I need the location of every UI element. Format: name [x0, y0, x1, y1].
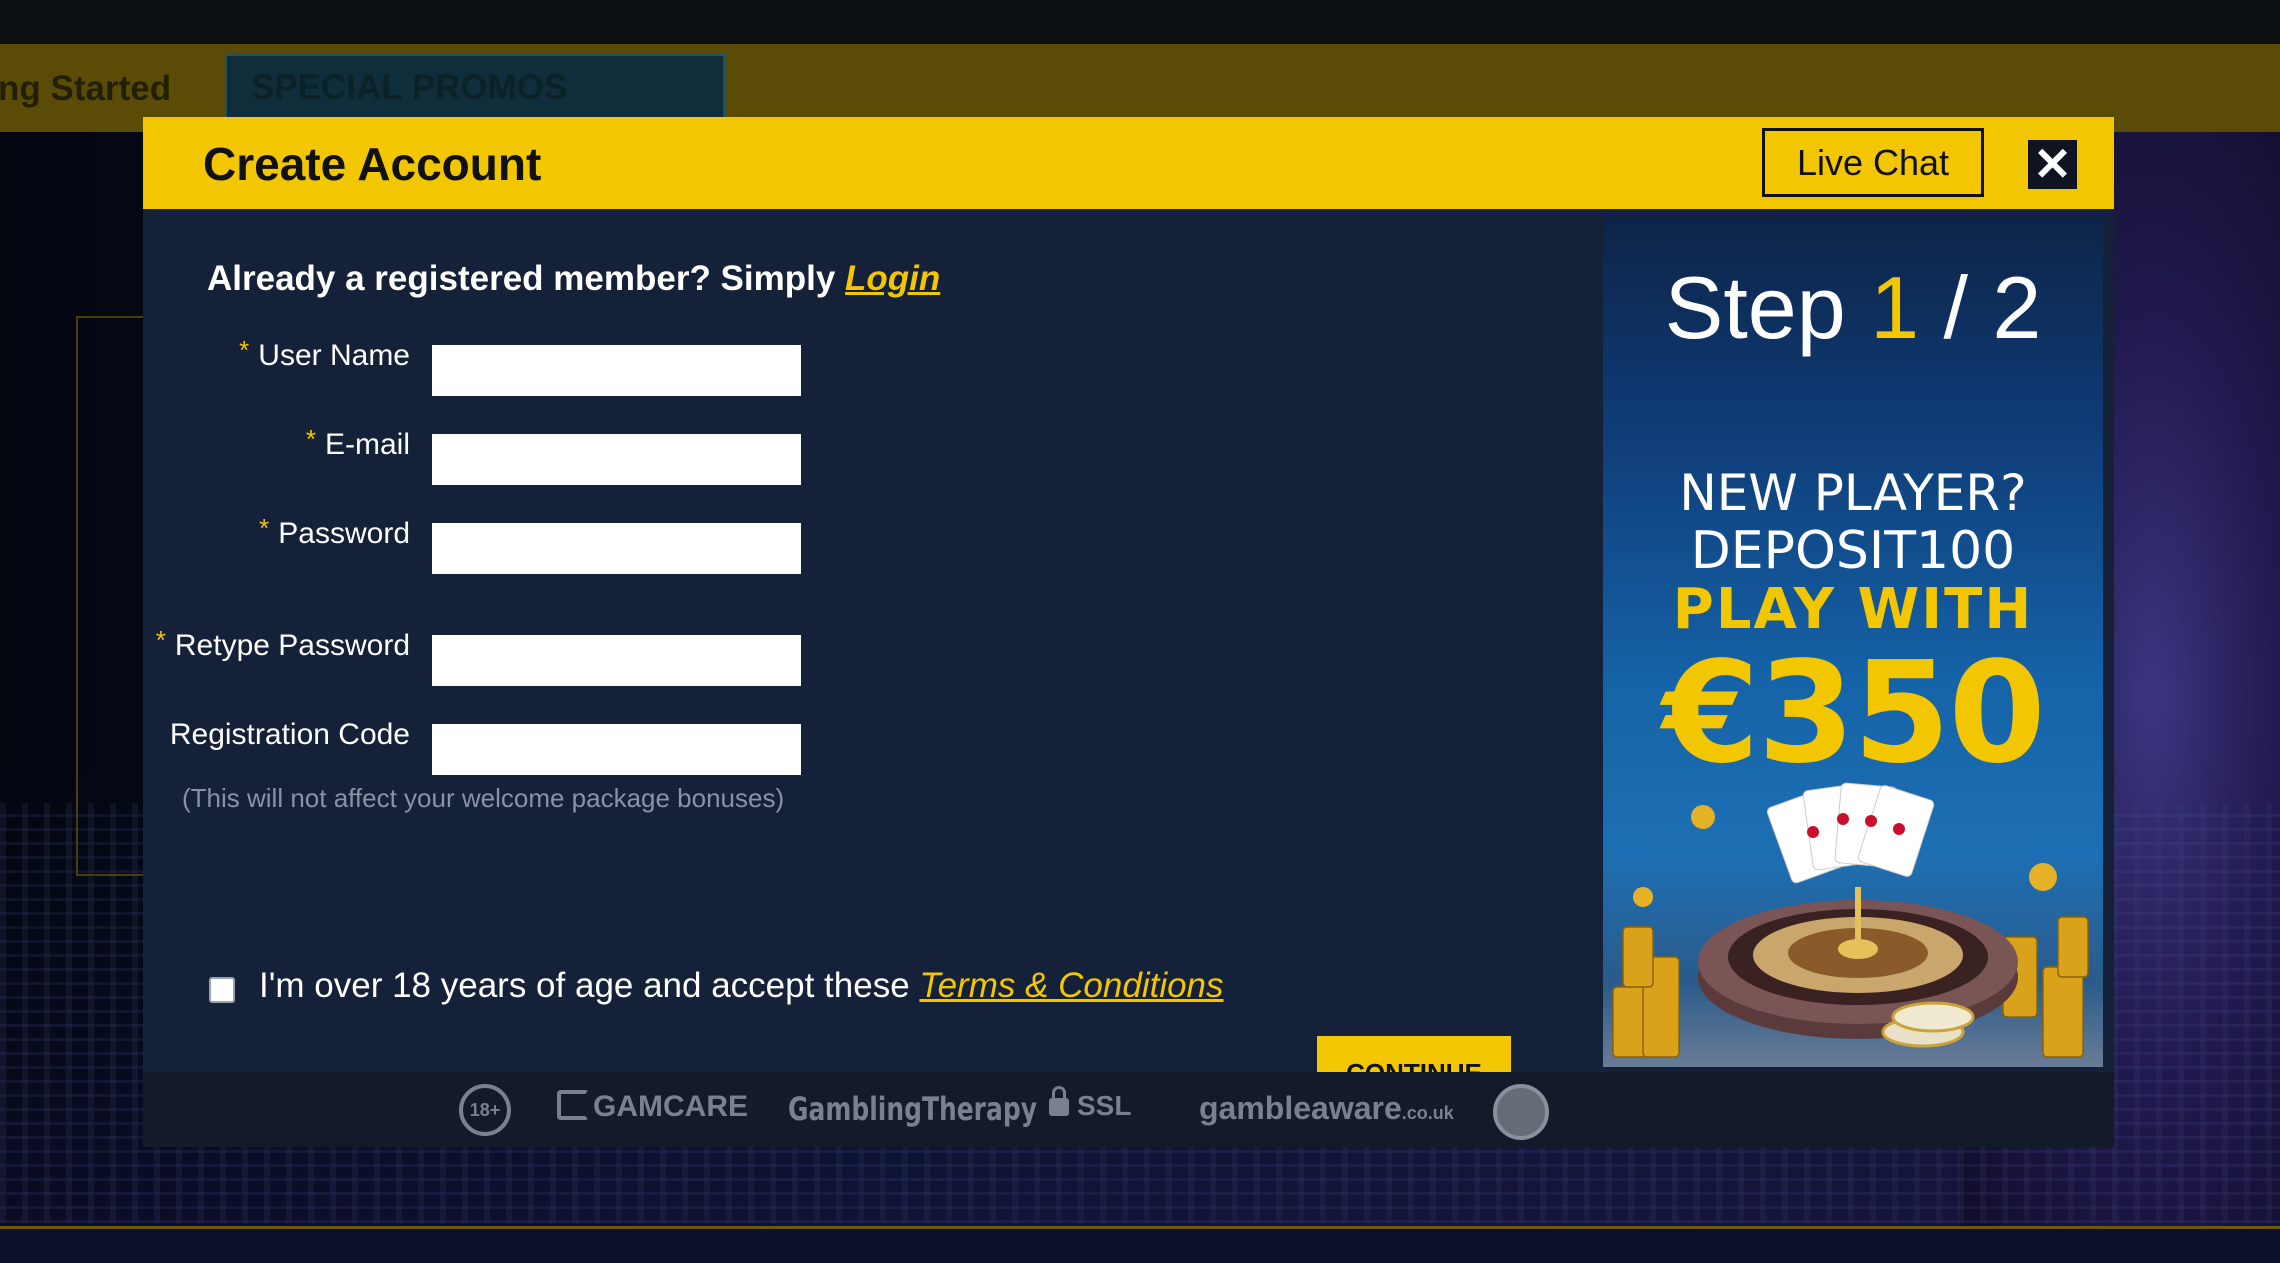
email-label: E-mail: [324, 428, 410, 461]
promo-deposit-code: DEPOSIT100: [1690, 521, 2016, 581]
step-total: 2: [1992, 258, 2042, 357]
license-seal-icon: [1493, 1084, 1549, 1140]
close-icon[interactable]: ✕: [2028, 140, 2077, 189]
field-label-email: * E-mail: [143, 424, 410, 468]
terms-conditions-link[interactable]: Terms & Conditions: [919, 966, 1223, 1005]
terms-line: I'm over 18 years of age and accept thes…: [259, 966, 1224, 1006]
age-18-badge: 18+: [459, 1084, 511, 1136]
background-bottom: [0, 1229, 2280, 1263]
retype-password-input[interactable]: [432, 635, 801, 686]
step-indicator: Step 1 / 2: [1664, 258, 2042, 357]
registration-form: Already a registered member? Simply Logi…: [143, 209, 1602, 1110]
background-frame: [76, 316, 146, 876]
password-label: Password: [278, 517, 410, 550]
username-input[interactable]: [432, 345, 801, 396]
required-marker: *: [259, 513, 270, 543]
live-chat-button[interactable]: Live Chat: [1762, 128, 1984, 197]
email-input[interactable]: [432, 434, 801, 485]
promo-banner: Step 1 / 2 NEW PLAYER? DEPOSIT100 PLAY W…: [1603, 217, 2103, 1067]
field-label-username: * User Name: [143, 335, 410, 379]
field-label-retype-password: * Retype Password: [143, 625, 410, 669]
ssl-badge: SSL: [1049, 1086, 1131, 1122]
field-label-registration-code: Registration Code: [143, 718, 410, 758]
lock-icon: [1049, 1086, 1069, 1116]
promo-new-player: NEW PLAYER?: [1679, 464, 2027, 522]
modal-title: Create Account: [203, 138, 542, 190]
username-label: User Name: [258, 339, 410, 372]
registration-code-input[interactable]: [432, 724, 801, 775]
login-link[interactable]: Login: [845, 259, 940, 298]
nav-item-special-promos[interactable]: SPECIAL PROMOS: [225, 54, 725, 119]
gamcare-logo: GAMCARE: [557, 1090, 748, 1124]
gamcare-icon: [557, 1090, 589, 1120]
field-label-password: * Password: [143, 513, 410, 557]
background-top-bar: [0, 0, 2280, 44]
roulette-illustration: [1612, 782, 2089, 1058]
gambling-therapy-logo: GamblingTherapy: [788, 1090, 1037, 1128]
required-marker: *: [155, 625, 166, 655]
responsible-gaming-footer: 18+ GAMCARE GamblingTherapy SSL gambleaw…: [143, 1072, 2114, 1147]
registration-code-label: Registration Code: [169, 718, 410, 751]
promo-amount: €350: [1662, 632, 2046, 795]
login-prompt: Already a registered member? Simply Logi…: [207, 259, 940, 299]
step-current: 1: [1870, 258, 1920, 357]
required-marker: *: [239, 335, 250, 365]
registration-code-hint: (This will not affect your welcome packa…: [182, 783, 785, 813]
password-input[interactable]: [432, 523, 801, 574]
create-account-modal: Create Account Live Chat ✕ Already a reg…: [143, 117, 2114, 1147]
terms-text: I'm over 18 years of age and accept thes…: [259, 966, 920, 1005]
login-prompt-text: Already a registered member? Simply: [207, 259, 846, 298]
required-marker: *: [305, 424, 316, 454]
age-terms-checkbox[interactable]: [209, 977, 235, 1003]
nav-item-getting-started[interactable]: ng Started: [0, 69, 171, 109]
gambleaware-logo: gambleaware.co.uk: [1199, 1090, 1454, 1126]
retype-password-label: Retype Password: [174, 629, 410, 662]
modal-header: Create Account Live Chat ✕: [143, 117, 2114, 209]
